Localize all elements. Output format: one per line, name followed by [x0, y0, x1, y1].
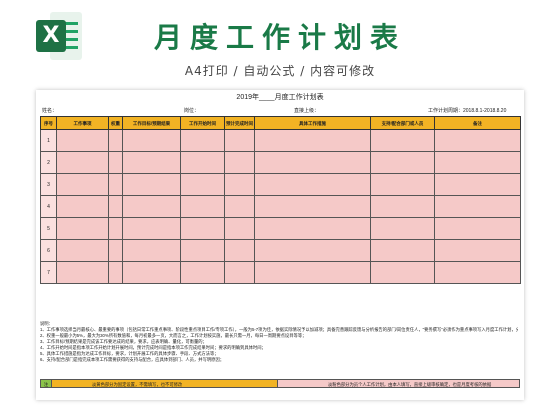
table-cell[interactable] — [122, 173, 181, 196]
table-cell[interactable] — [224, 129, 255, 152]
table-cell[interactable] — [108, 217, 123, 240]
table-row: 4 — [40, 195, 521, 218]
table-cell[interactable] — [254, 217, 371, 240]
period-label: 工作计划周期：2018.8.1-2018.8.20 — [428, 108, 507, 114]
table-row: 7 — [40, 261, 521, 284]
table-cell[interactable] — [434, 195, 521, 218]
table-cell[interactable] — [224, 173, 255, 196]
table-row: 2 — [40, 151, 521, 174]
banner: X 月度工作计划表 A4打印 / 自动公式 / 内容可修改 — [0, 0, 560, 88]
name-label: 姓名： — [42, 108, 58, 114]
table-cell[interactable] — [254, 195, 371, 218]
column-header: 序号 — [40, 116, 57, 130]
row-number: 7 — [40, 261, 57, 284]
table-cell[interactable] — [370, 239, 435, 262]
notes-section: 说明： 1、工作事项选择当月最核心、最重要的事项（包括日常工作重点事项、阶段性重… — [40, 321, 518, 377]
spreadsheet-preview: 2019年____月度工作计划表 姓名： 岗位： 直接上级： 工作计划周期：20… — [36, 90, 524, 400]
table-cell[interactable] — [122, 239, 181, 262]
legend-yellow: 淡黄色部分为固定设置，不需填写，也不可修改 — [52, 379, 278, 388]
table-cell[interactable] — [254, 261, 371, 284]
table-cell[interactable] — [180, 151, 225, 174]
table-row: 3 — [40, 173, 521, 196]
table-cell[interactable] — [56, 195, 109, 218]
table-row: 6 — [40, 239, 521, 262]
row-number: 4 — [40, 195, 57, 218]
table-cell[interactable] — [370, 217, 435, 240]
row-number: 1 — [40, 129, 57, 152]
column-header: 预计完成时间 — [224, 116, 255, 130]
table-cell[interactable] — [108, 239, 123, 262]
table-cell[interactable] — [370, 151, 435, 174]
table-cell[interactable] — [180, 217, 225, 240]
column-header: 权重 — [108, 116, 123, 130]
table-cell[interactable] — [180, 239, 225, 262]
table-cell[interactable] — [122, 151, 181, 174]
table-cell[interactable] — [434, 261, 521, 284]
table-cell[interactable] — [370, 173, 435, 196]
plan-table: 序号 工作事项 权重 工作目标/预期结果 工作开始时间 预计完成时间 具体工作措… — [40, 116, 521, 284]
table-cell[interactable] — [122, 129, 181, 152]
column-header: 工作事项 — [56, 116, 109, 130]
table-cell[interactable] — [108, 173, 123, 196]
row-number: 3 — [40, 173, 57, 196]
table-cell[interactable] — [434, 173, 521, 196]
page-subtitle: A4打印 / 自动公式 / 内容可修改 — [184, 64, 376, 78]
table-cell[interactable] — [370, 195, 435, 218]
table-header-row: 序号 工作事项 权重 工作目标/预期结果 工作开始时间 预计完成时间 具体工作措… — [40, 116, 521, 130]
column-header: 工作目标/预期结果 — [122, 116, 181, 130]
table-cell[interactable] — [370, 129, 435, 152]
table-cell[interactable] — [180, 129, 225, 152]
column-header: 具体工作措施 — [254, 116, 371, 130]
table-cell[interactable] — [224, 195, 255, 218]
table-cell[interactable] — [224, 151, 255, 174]
table-cell[interactable] — [370, 261, 435, 284]
table-cell[interactable] — [434, 239, 521, 262]
table-cell[interactable] — [254, 151, 371, 174]
table-cell[interactable] — [180, 173, 225, 196]
table-cell[interactable] — [180, 261, 225, 284]
table-cell[interactable] — [434, 129, 521, 152]
table-cell[interactable] — [56, 261, 109, 284]
row-number: 5 — [40, 217, 57, 240]
table-cell[interactable] — [254, 239, 371, 262]
form-title: 2019年____月度工作计划表 — [236, 94, 324, 101]
legend-key: 注 — [40, 379, 52, 388]
table-cell[interactable] — [224, 261, 255, 284]
table-cell[interactable] — [122, 261, 181, 284]
table-cell[interactable] — [180, 195, 225, 218]
table-cell[interactable] — [56, 217, 109, 240]
column-header: 工作开始时间 — [180, 116, 225, 130]
position-label: 岗位： — [184, 108, 200, 114]
column-header: 备注 — [434, 116, 521, 130]
table-cell[interactable] — [122, 195, 181, 218]
table-cell[interactable] — [56, 239, 109, 262]
table-cell[interactable] — [224, 217, 255, 240]
legend-pink: 淡粉色部分为员个人工作计划，由本人填写，直接上级审核确定，也是月度考核的依据 — [278, 379, 520, 388]
note-line: 6、支持/配合部门是指完成本项工作需要获得的支持与配合，应具体到部门、人员，并写… — [40, 357, 225, 362]
table-cell[interactable] — [108, 195, 123, 218]
row-number: 2 — [40, 151, 57, 174]
page-title: 月度工作计划表 — [153, 21, 406, 54]
legend-bar: 注 淡黄色部分为固定设置，不需填写，也不可修改 淡粉色部分为员个人工作计划，由本… — [40, 379, 520, 388]
table-cell[interactable] — [56, 129, 109, 152]
superior-label: 直接上级： — [294, 108, 320, 114]
table-cell[interactable] — [56, 151, 109, 174]
table-cell[interactable] — [224, 239, 255, 262]
table-cell[interactable] — [254, 129, 371, 152]
table-cell[interactable] — [108, 129, 123, 152]
table-row: 1 — [40, 129, 521, 152]
row-number: 6 — [40, 239, 57, 262]
table-cell[interactable] — [434, 217, 521, 240]
column-header: 支持/配合部门或人员 — [370, 116, 435, 130]
table-cell[interactable] — [108, 151, 123, 174]
table-row: 5 — [40, 217, 521, 240]
table-cell[interactable] — [122, 217, 181, 240]
table-cell[interactable] — [56, 173, 109, 196]
table-cell[interactable] — [254, 173, 371, 196]
table-cell[interactable] — [108, 261, 123, 284]
table-cell[interactable] — [434, 151, 521, 174]
